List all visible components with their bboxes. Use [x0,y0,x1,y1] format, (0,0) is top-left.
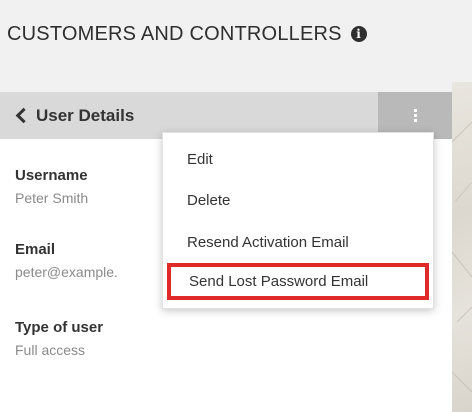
back-button-label: User Details [36,105,135,125]
user-type-field: Type of user Full access [15,319,103,358]
menu-item-delete[interactable]: Delete [187,192,230,209]
user-type-value: Full access [15,342,86,358]
map-background[interactable] [452,82,472,412]
username-field: Username Peter Smith [15,167,88,206]
menu-item-send-lost-password-email[interactable]: Send Lost Password Email [167,263,429,300]
user-type-label: Type of user [15,319,104,336]
email-field: Email peter@example. [15,241,165,280]
email-value: peter@example. [15,264,118,280]
email-label: Email [15,241,56,258]
menu-item-edit[interactable]: Edit [187,151,213,168]
user-actions-menu: Edit Delete Resend Activation Email Send… [162,132,434,309]
menu-item-resend-activation-email[interactable]: Resend Activation Email [187,234,349,251]
username-label: Username [15,167,88,184]
map-lines [452,121,472,393]
kebab-menu-icon [413,109,417,122]
page-title: CUSTOMERS AND CONTROLLERS i [7,14,367,54]
menu-item-send-lost-password-label: Send Lost Password Email [189,273,369,290]
info-icon[interactable]: i [350,26,367,42]
back-button[interactable]: User Details [15,92,134,139]
page-title-text: CUSTOMERS AND CONTROLLERS [7,22,342,45]
username-value: Peter Smith [15,190,89,206]
chevron-left-icon [15,107,32,124]
